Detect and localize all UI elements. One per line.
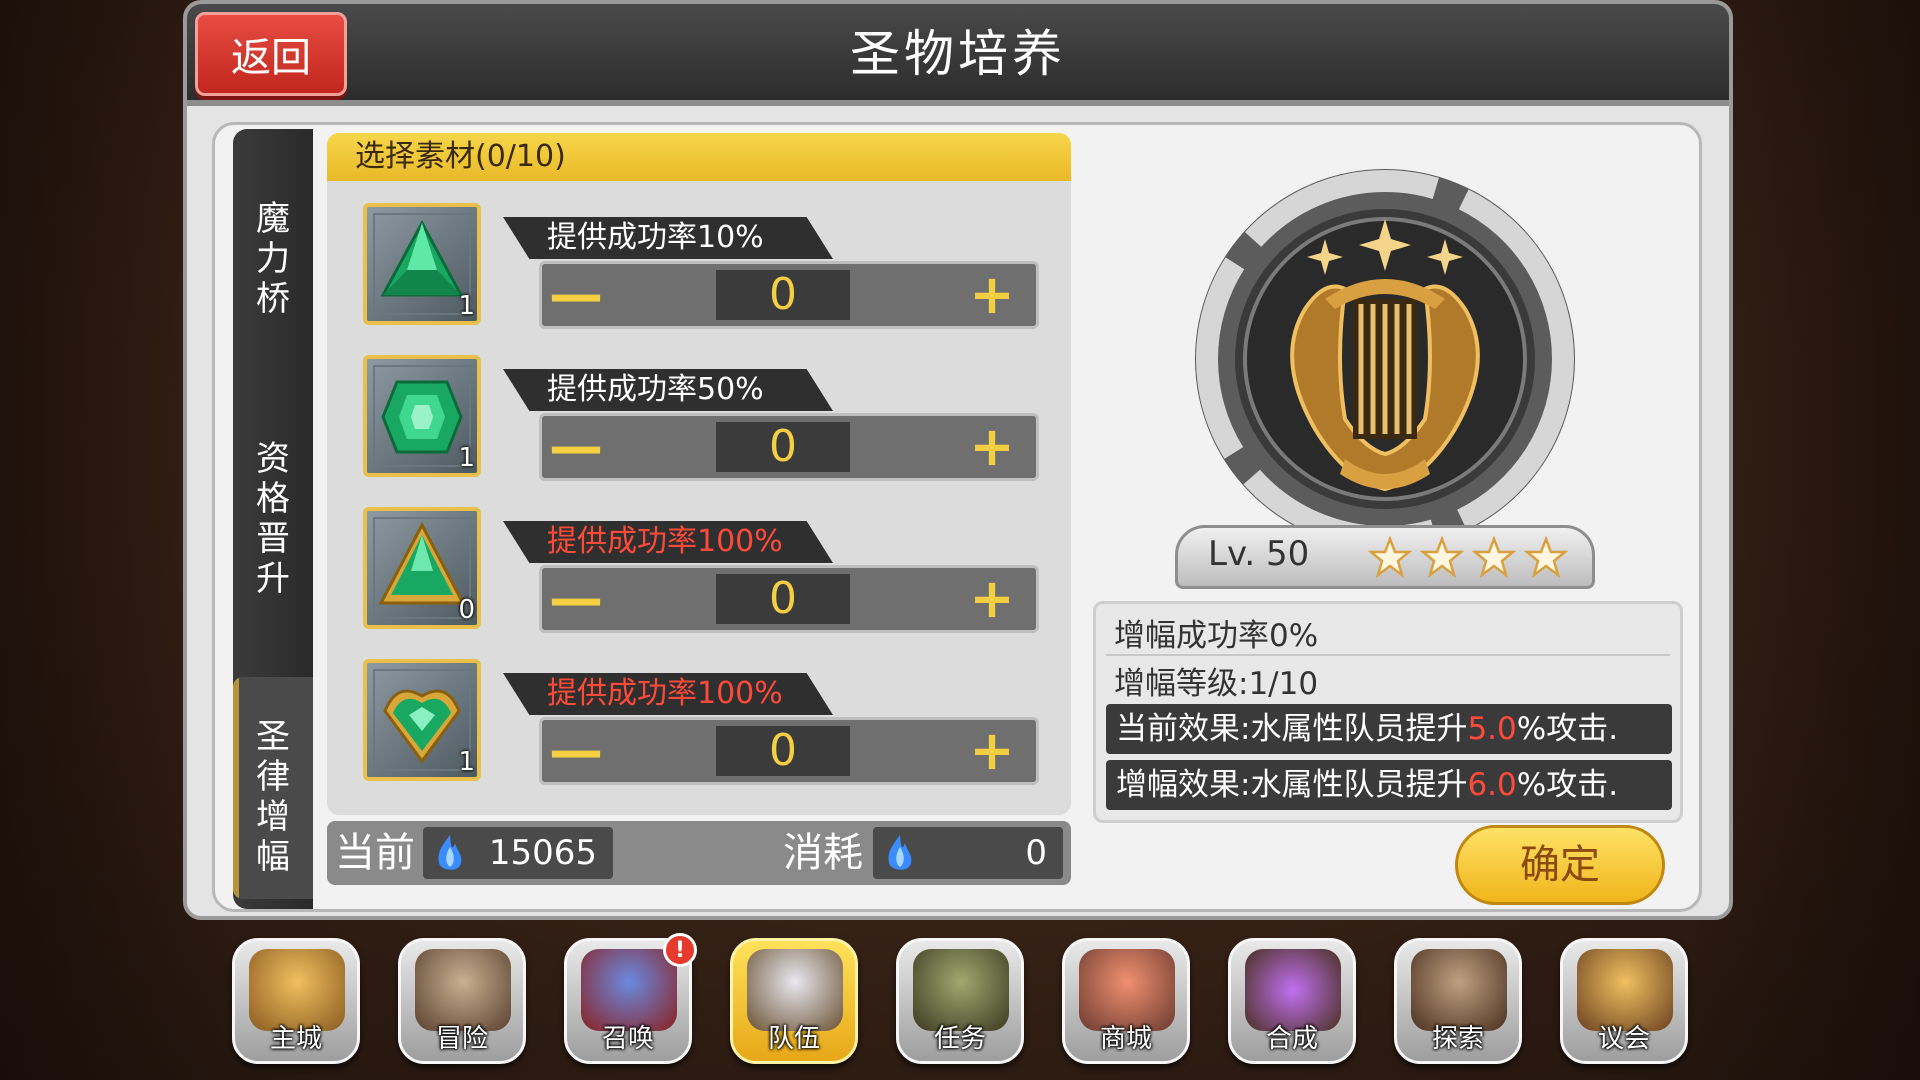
side-tabs: 魔 力 桥 资 格 晋 升 圣 律 增 幅 [233,129,313,909]
material-row: 0 提供成功率100% — 0 + [363,507,1043,637]
material-count: 1 [458,443,475,473]
current-currency-box: 15065 [423,827,613,879]
next-effect-text: 增幅效果:水属性队员提升 [1116,767,1468,803]
nav-label: 商城 [1099,1024,1152,1054]
minus-button[interactable]: — [546,572,606,626]
back-button[interactable]: 返回 [195,12,347,96]
quantity-stepper: — 0 + [539,413,1039,481]
tab-magic-bridge[interactable]: 魔 力 桥 [233,199,313,319]
quantity-value: 0 [716,726,850,776]
star-rating [1368,536,1569,579]
nav-summon[interactable]: 召唤 ! [564,933,697,1064]
bottom-nav: 主城 冒险 召唤 ! 队伍 任务 商城 合成 探索 议会 [232,933,1692,1068]
main-window: 圣物培养 返回 魔 力 桥 资 格 晋 升 圣 律 增 幅 选择素材(0/10) [183,0,1733,920]
nav-label: 主城 [269,1024,322,1054]
material-slot[interactable]: 1 [363,355,481,477]
quantity-value: 0 [716,422,850,472]
nav-label: 任务 [933,1024,986,1054]
nav-label: 冒险 [435,1024,488,1054]
gem-icon [381,380,463,454]
tab-qualification-promotion[interactable]: 资 格 晋 升 [233,439,313,599]
divider [1106,654,1670,656]
current-currency-value: 15065 [488,833,597,873]
content-panel: 魔 力 桥 资 格 晋 升 圣 律 增 幅 选择素材(0/10) 1 提供成功率… [212,122,1702,912]
nav-label: 队伍 [767,1024,820,1054]
next-effect-value: 6.0 [1467,767,1517,803]
confirm-button[interactable]: 确定 [1455,825,1665,905]
nav-label: 议会 [1597,1024,1650,1054]
material-panel: 选择素材(0/10) 1 提供成功率10% — 0 + 1 提供成功率50% —… [327,133,1071,815]
plus-button[interactable]: + [962,268,1022,322]
nav-adventure[interactable]: 冒险 [398,938,526,1064]
amplify-level: 增幅等级:1/10 [1114,666,1319,702]
nav-council[interactable]: 议会 [1560,938,1688,1064]
nav-explore[interactable]: 探索 [1394,938,1522,1064]
amplify-info-box: 增幅成功率0% 增幅等级:1/10 当前效果:水属性队员提升5.0%攻击. 增幅… [1093,601,1683,823]
material-count: 1 [458,291,475,321]
material-row: 1 提供成功率50% — 0 + [363,355,1043,485]
notification-badge: ! [663,933,697,967]
current-effect-text: 当前效果:水属性队员提升 [1116,711,1468,747]
blue-flame-icon [888,835,912,870]
nav-label: 探索 [1431,1024,1484,1054]
star-icon [1419,536,1465,579]
quantity-value: 0 [716,574,850,624]
nav-quest[interactable]: 任务 [896,938,1024,1064]
plus-button[interactable]: + [962,572,1022,626]
material-count: 0 [458,595,475,625]
gem-icon [378,521,466,605]
current-label: 当前 [335,830,415,876]
quantity-stepper: — 0 + [539,565,1039,633]
amplify-success-rate: 增幅成功率0% [1114,618,1319,654]
gem-icon [383,689,461,764]
star-icon [1368,536,1413,579]
material-slot[interactable]: 0 [363,507,481,629]
plus-button[interactable]: + [962,420,1022,474]
currency-bar: 当前 15065 消耗 0 [327,821,1071,885]
success-rate-label: 提供成功率100% [503,673,833,715]
success-rate-label: 提供成功率50% [503,369,833,411]
next-effect-suffix: %攻击. [1516,767,1619,803]
material-count: 1 [458,747,475,777]
tab-holy-amplify[interactable]: 圣 律 增 幅 [233,677,313,899]
success-rate-label: 提供成功率100% [503,521,833,563]
nav-team[interactable]: 队伍 [730,938,858,1064]
blue-flame-icon [438,835,462,870]
next-effect: 增幅效果:水属性队员提升6.0%攻击. [1106,760,1672,810]
minus-button[interactable]: — [546,724,606,778]
current-effect-value: 5.0 [1467,711,1517,747]
material-row: 1 提供成功率10% — 0 + [363,203,1043,333]
nav-craft[interactable]: 合成 [1228,938,1356,1064]
nav-label: 召唤 [601,1024,654,1054]
nav-shop[interactable]: 商城 [1062,938,1190,1064]
nav-main-city[interactable]: 主城 [232,938,360,1064]
material-slot[interactable]: 1 [363,659,481,781]
success-rate-label: 提供成功率10% [503,217,833,259]
page-title: 圣物培养 [850,25,1066,83]
material-row: 1 提供成功率100% — 0 + [363,659,1043,789]
cost-currency-value: 0 [1025,833,1047,873]
cost-currency-box: 0 [873,827,1063,879]
level-plate: Lv. 50 [1175,525,1595,589]
relic-level: Lv. 50 [1208,534,1310,574]
nav-label: 合成 [1265,1024,1318,1054]
relic-emblem-icon [1195,169,1575,549]
current-effect: 当前效果:水属性队员提升5.0%攻击. [1106,704,1672,754]
quantity-stepper: — 0 + [539,261,1039,329]
quantity-value: 0 [716,270,850,320]
title-bar: 圣物培养 返回 [187,4,1729,106]
material-header: 选择素材(0/10) [327,133,1071,181]
quantity-stepper: — 0 + [539,717,1039,785]
minus-button[interactable]: — [546,268,606,322]
material-slot[interactable]: 1 [363,203,481,325]
gem-icon [380,219,464,297]
star-icon [1523,536,1569,579]
current-effect-suffix: %攻击. [1516,711,1619,747]
cost-label: 消耗 [783,830,863,876]
plus-button[interactable]: + [962,724,1022,778]
minus-button[interactable]: — [546,420,606,474]
star-icon [1471,536,1517,579]
